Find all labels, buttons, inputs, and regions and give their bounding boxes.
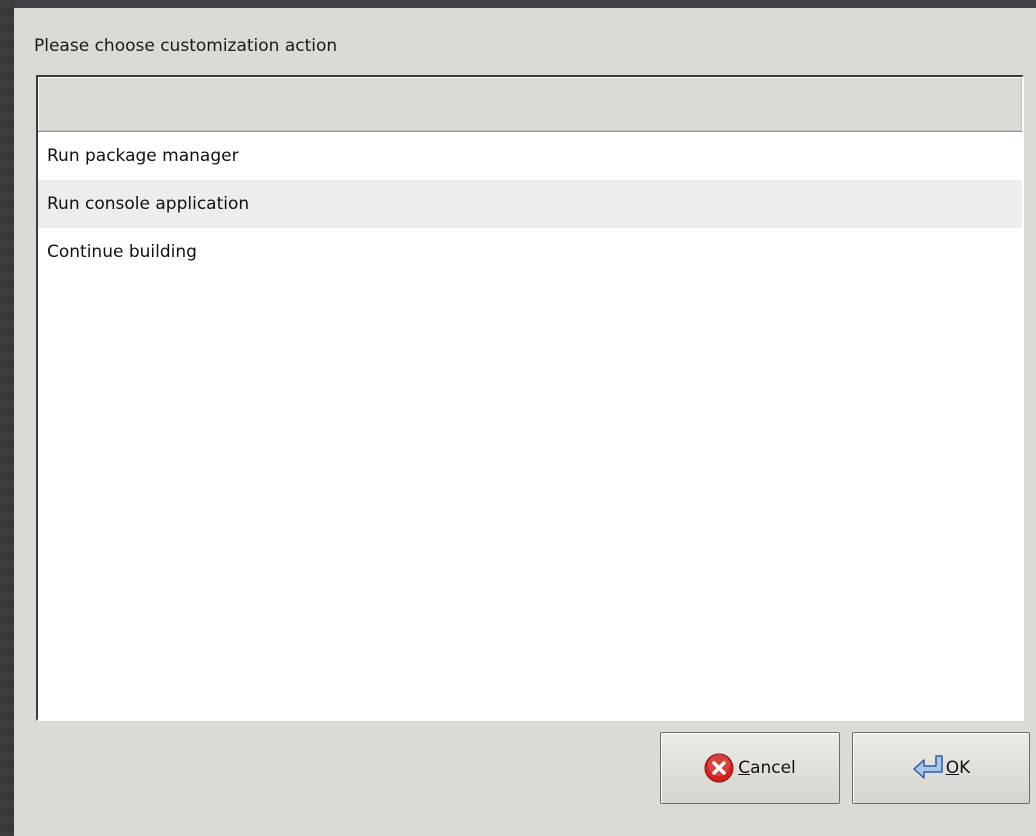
cancel-icon	[704, 753, 734, 783]
ok-label: OK	[945, 758, 971, 778]
customization-dialog: Please choose customization action Run p…	[14, 8, 1036, 836]
return-arrow-icon	[912, 753, 943, 783]
cancel-button[interactable]: Cancel	[660, 732, 840, 804]
list-column-header[interactable]	[38, 77, 1022, 132]
list-item-continue-building[interactable]: Continue building	[38, 228, 1022, 276]
action-list[interactable]: Run package manager Run console applicat…	[36, 75, 1024, 721]
desktop-left-edge	[0, 0, 14, 836]
window-top-edge	[0, 0, 1036, 8]
list-item-run-console-application[interactable]: Run console application	[38, 180, 1022, 228]
list-item-run-package-manager[interactable]: Run package manager	[38, 132, 1022, 180]
cancel-label: Cancel	[738, 758, 796, 778]
dialog-prompt: Please choose customization action	[34, 36, 338, 56]
ok-button[interactable]: OK	[852, 732, 1030, 804]
